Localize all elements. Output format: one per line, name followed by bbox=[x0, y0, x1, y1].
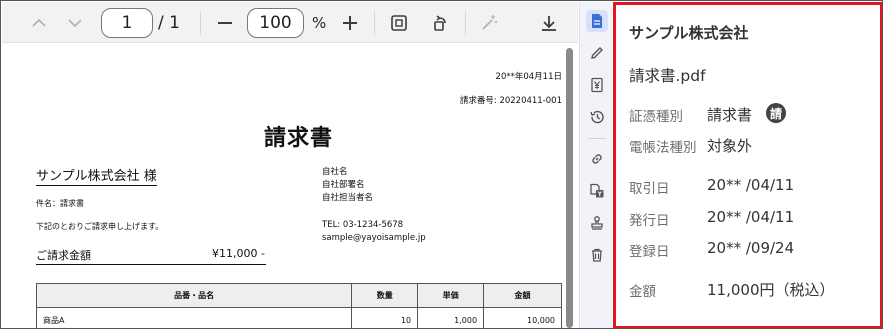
delete-button[interactable] bbox=[586, 244, 608, 266]
doc-type-label: 証憑種別 bbox=[629, 109, 683, 125]
doc-type-value: 請求書 bbox=[707, 106, 753, 124]
column-header: 数量 bbox=[351, 283, 419, 308]
table-cell: 商品A bbox=[35, 307, 353, 328]
document-yen-icon bbox=[590, 183, 604, 198]
trade-date-value: 20** /04/11 bbox=[707, 176, 795, 194]
download-button[interactable] bbox=[538, 12, 560, 34]
fit-page-icon bbox=[391, 15, 407, 31]
link-icon bbox=[592, 154, 602, 164]
invoice-table: 品番・品名 数量 単価 金額 商品A 10 1,000 10,000 bbox=[35, 283, 562, 328]
amount-label: 金額 bbox=[629, 284, 656, 300]
column-header: 単価 bbox=[417, 283, 485, 308]
edit-button[interactable] bbox=[586, 42, 608, 64]
magic-wand-button[interactable] bbox=[478, 12, 500, 34]
invoice-message: 下記のとおりご請求申し上げます。 bbox=[36, 222, 164, 231]
issuer-contact-info: TEL: 03-1234-5678 sample@yayoisample.jp bbox=[322, 219, 426, 245]
stamp-icon bbox=[591, 216, 603, 230]
zoom-input[interactable]: 100 bbox=[247, 8, 304, 38]
fit-page-button[interactable] bbox=[388, 12, 410, 34]
table-cell: 10 bbox=[351, 307, 419, 328]
client-name: サンプル株式会社 様 bbox=[36, 165, 157, 186]
yen-icon bbox=[591, 77, 603, 93]
page-number-input[interactable]: 1 bbox=[101, 8, 153, 38]
magic-wand-icon bbox=[482, 15, 497, 30]
minus-icon bbox=[218, 22, 232, 24]
next-page-button[interactable] bbox=[64, 12, 86, 34]
issuer-company: 自社名 bbox=[322, 167, 348, 177]
invoice-date: 20**年04月11日 bbox=[495, 72, 562, 82]
history-icon bbox=[590, 110, 604, 124]
table-cell: 1,000 bbox=[417, 307, 485, 328]
doc-type-badge-icon: 請 bbox=[766, 103, 786, 123]
app-window: 1 / 1 100 % 20**年04月11日 請求番号: 20220411-0… bbox=[0, 0, 883, 329]
invoice-page: 20**年04月11日 請求番号: 20220411-001 請求書 サンプル株… bbox=[2, 43, 564, 328]
amount-value: 11,000円（税込） bbox=[707, 281, 835, 299]
vertical-scrollbar[interactable] bbox=[566, 48, 573, 328]
rail-divider bbox=[588, 138, 606, 139]
zoom-unit: % bbox=[312, 14, 327, 32]
total-amount-value: ¥11,000 - bbox=[212, 247, 265, 260]
total-amount-label: ご請求金額 bbox=[36, 249, 91, 262]
issuer-tel: TEL: 03-1234-5678 bbox=[322, 220, 404, 230]
invoice-heading: 請求書 bbox=[264, 126, 334, 151]
table-header-row: 品番・品名 数量 単価 金額 bbox=[35, 283, 562, 308]
document-icon bbox=[592, 14, 602, 28]
total-amount-row: ご請求金額 ¥11,000 - bbox=[36, 247, 266, 265]
rotate-icon bbox=[434, 15, 446, 31]
table-row: 商品A 10 1,000 10,000 bbox=[35, 307, 562, 328]
registered-date-value: 20** /09/24 bbox=[707, 239, 795, 257]
side-tool-rail bbox=[579, 2, 612, 328]
rotate-button[interactable] bbox=[429, 12, 451, 34]
law-type-label: 電帳法種別 bbox=[629, 140, 697, 156]
column-header: 金額 bbox=[483, 283, 562, 308]
company-name: サンプル株式会社 bbox=[629, 24, 749, 42]
issuer-department: 自社部署名 bbox=[322, 180, 365, 190]
column-header: 品番・品名 bbox=[35, 283, 353, 308]
document-info-button[interactable] bbox=[586, 10, 608, 32]
document-viewport[interactable]: 20**年04月11日 請求番号: 20220411-001 請求書 サンプル株… bbox=[2, 43, 578, 328]
pencil-icon bbox=[591, 47, 603, 59]
link-button[interactable] bbox=[586, 148, 608, 170]
issuer-contact: 自社担当者名 bbox=[322, 193, 374, 203]
pdf-toolbar: 1 / 1 100 % bbox=[2, 2, 578, 43]
document-yen-button[interactable] bbox=[586, 180, 608, 202]
download-icon bbox=[542, 16, 556, 31]
history-button[interactable] bbox=[586, 106, 608, 128]
law-type-value: 対象外 bbox=[707, 137, 753, 155]
toolbar-divider bbox=[200, 11, 201, 35]
stamp-button[interactable] bbox=[586, 212, 608, 234]
toolbar-divider bbox=[374, 11, 375, 35]
trade-date-label: 取引日 bbox=[629, 181, 670, 197]
invoice-subject: 件名：請求書 bbox=[36, 199, 84, 208]
registered-date-label: 登録日 bbox=[629, 244, 670, 260]
chevron-up-icon bbox=[32, 18, 46, 27]
chevron-down-icon bbox=[68, 19, 82, 28]
table-cell: 10,000 bbox=[483, 307, 562, 328]
file-name: 請求書.pdf bbox=[629, 67, 706, 85]
issue-date-value: 20** /04/11 bbox=[707, 208, 795, 226]
previous-page-button[interactable] bbox=[28, 12, 50, 34]
zoom-in-button[interactable] bbox=[339, 12, 361, 34]
page-total: / 1 bbox=[158, 13, 180, 33]
document-details-panel: サンプル株式会社 請求書.pdf 証憑種別 請求書 請 電帳法種別 対象外 取引… bbox=[613, 2, 882, 328]
issuer-block: 自社名 自社部署名 自社担当者名 bbox=[322, 166, 373, 205]
invoice-number: 請求番号: 20220411-001 bbox=[459, 96, 562, 106]
trash-icon bbox=[592, 248, 602, 262]
issue-date-label: 発行日 bbox=[629, 213, 670, 229]
plus-icon bbox=[343, 16, 357, 30]
zoom-out-button[interactable] bbox=[214, 12, 236, 34]
journal-button[interactable] bbox=[586, 74, 608, 96]
toolbar-divider bbox=[465, 11, 466, 35]
issuer-email: sample@yayoisample.jp bbox=[322, 233, 426, 243]
